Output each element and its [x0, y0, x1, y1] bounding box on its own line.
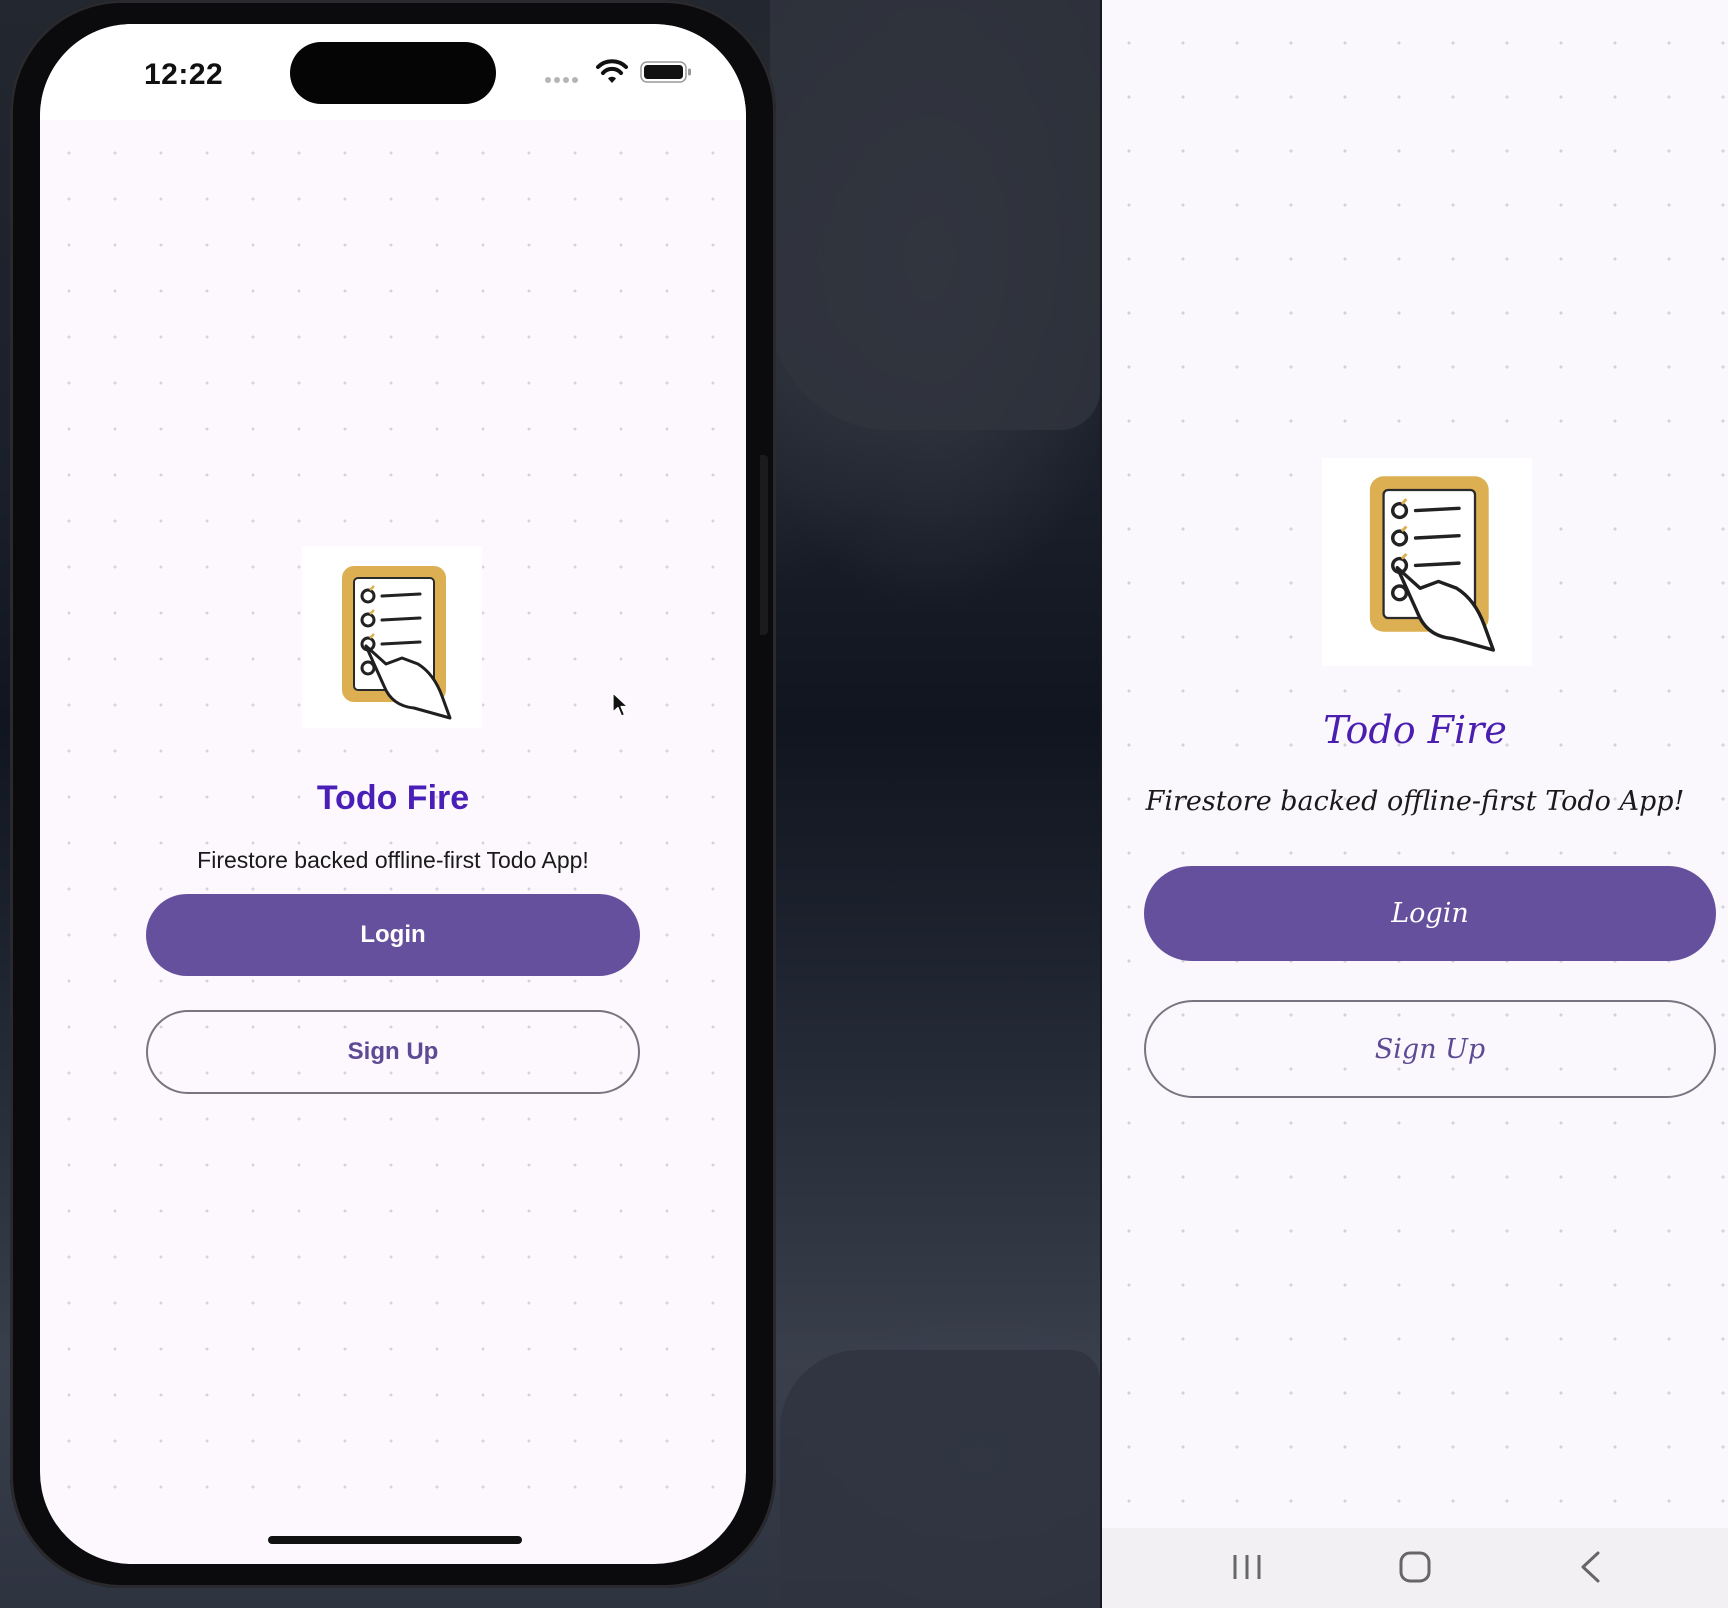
recents-icon[interactable]: [1230, 1552, 1264, 1582]
app-title: Todo Fire: [316, 779, 470, 817]
app-subtitle: Firestore backed offline-first Todo App!: [1145, 786, 1685, 817]
login-button[interactable]: Login: [1144, 866, 1716, 961]
dot-grid-background: [1102, 0, 1728, 1528]
ios-welcome-screen: Todo Fire Firestore backed offline-first…: [40, 24, 746, 1564]
rock-formation: [780, 1350, 1100, 1608]
android-screen: Todo Fire Firestore backed offline-first…: [1102, 0, 1728, 1608]
app-logo: [1322, 458, 1532, 666]
home-indicator[interactable]: [268, 1536, 522, 1544]
home-icon[interactable]: [1398, 1550, 1432, 1584]
app-title: Todo Fire: [1323, 708, 1507, 752]
signup-button[interactable]: Sign Up: [1144, 1000, 1716, 1098]
mouse-cursor-icon: [612, 692, 629, 717]
app-subtitle: Firestore backed offline-first Todo App!: [197, 847, 589, 873]
clipboard-checklist-icon: [342, 566, 452, 720]
side-button: [760, 455, 768, 635]
login-button[interactable]: Login: [146, 894, 640, 976]
clipboard-checklist-icon: [1369, 476, 1495, 652]
app-logo: [302, 546, 482, 728]
ios-screen: 12:22 Todo Fire Firestore backed offline…: [40, 24, 746, 1564]
android-navigation-bar: [1102, 1528, 1728, 1608]
back-icon[interactable]: [1578, 1550, 1602, 1584]
iphone-frame: 12:22 Todo Fire Firestore backed offline…: [10, 0, 776, 1588]
signup-button[interactable]: Sign Up: [146, 1010, 640, 1094]
rock-formation: [770, 0, 1100, 430]
